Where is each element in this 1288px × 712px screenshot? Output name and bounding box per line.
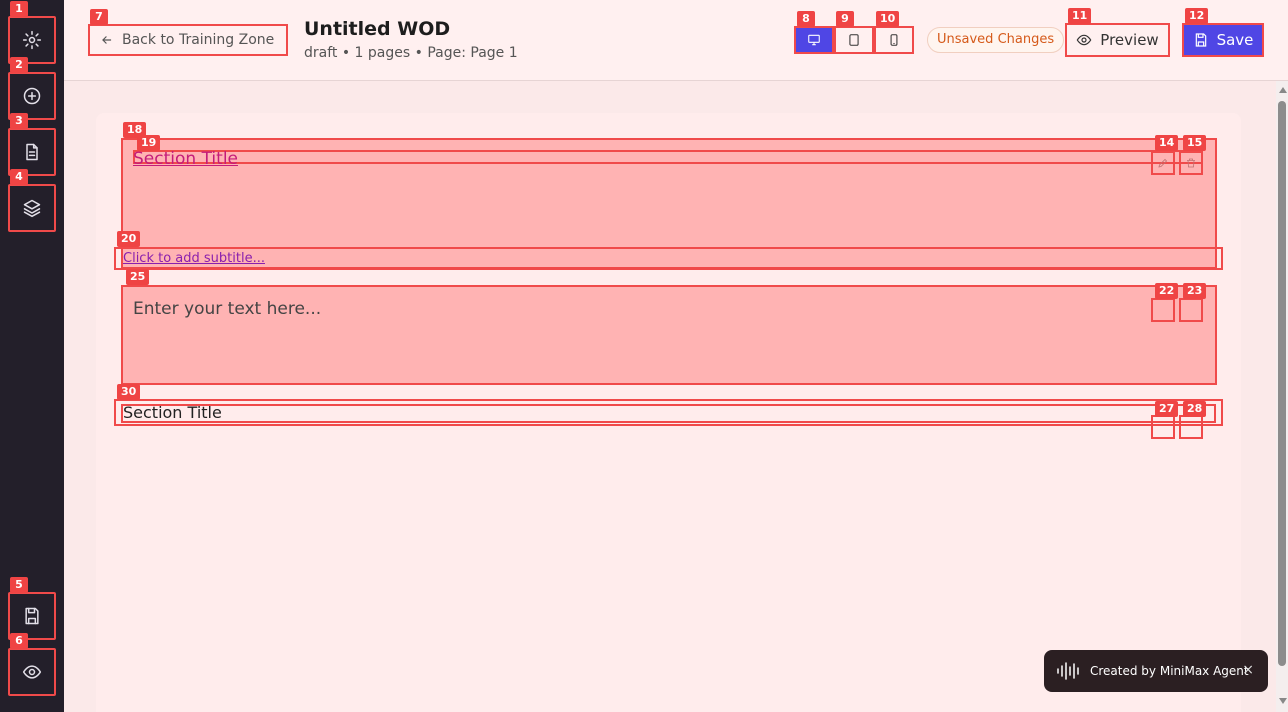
back-button-label: Back to Training Zone bbox=[122, 32, 275, 48]
soundwave-icon bbox=[1057, 662, 1079, 680]
marker-badge: 28 bbox=[1183, 401, 1207, 417]
marker-badge: 9 bbox=[836, 11, 854, 27]
scroll-up-arrow-icon[interactable] bbox=[1279, 87, 1287, 93]
save-button-label: Save bbox=[1216, 31, 1254, 49]
status-badge: Unsaved Changes bbox=[927, 27, 1065, 53]
sidebar-preview-button[interactable] bbox=[8, 648, 56, 696]
page-meta: draft • 1 pages • Page: Page 1 bbox=[304, 45, 518, 61]
toast-text: Created by MiniMax Agent bbox=[1090, 664, 1249, 678]
preview-button-label: Preview bbox=[1100, 31, 1159, 49]
eye-icon bbox=[22, 665, 42, 679]
save-icon bbox=[25, 607, 39, 625]
save-button[interactable]: Save bbox=[1182, 23, 1264, 57]
marker-badge: 6 bbox=[10, 633, 28, 649]
attribution-toast: Created by MiniMax Agent × bbox=[1044, 650, 1268, 692]
layers-icon bbox=[23, 199, 41, 218]
tablet-icon bbox=[849, 34, 859, 46]
close-icon[interactable]: × bbox=[1242, 662, 1254, 678]
section-title-field[interactable] bbox=[133, 150, 1203, 164]
section-title[interactable]: Section Title bbox=[123, 403, 222, 422]
subtitle-placeholder-link[interactable]: Click to add subtitle... bbox=[123, 251, 265, 266]
back-button[interactable]: Back to Training Zone bbox=[88, 24, 288, 56]
scroll-down-arrow-icon[interactable] bbox=[1279, 698, 1287, 704]
section-title-field[interactable] bbox=[121, 404, 1216, 423]
document-icon bbox=[26, 143, 38, 161]
marker-badge: 5 bbox=[10, 577, 28, 593]
arrow-left-icon bbox=[102, 36, 112, 44]
trash-icon bbox=[1187, 158, 1195, 168]
mobile-view-button[interactable] bbox=[874, 26, 914, 54]
subtitle-field[interactable] bbox=[114, 247, 1223, 270]
vertical-scrollbar[interactable] bbox=[1276, 81, 1288, 712]
marker-badge: 8 bbox=[797, 11, 815, 27]
marker-badge: 12 bbox=[1185, 8, 1209, 24]
phone-icon bbox=[890, 34, 898, 46]
marker-badge: 4 bbox=[10, 169, 28, 185]
save-icon bbox=[1195, 33, 1206, 47]
marker-badge: 22 bbox=[1155, 283, 1179, 299]
preview-button[interactable]: Preview bbox=[1065, 23, 1170, 57]
delete-text-block-button[interactable] bbox=[1179, 298, 1203, 322]
marker-badge: 14 bbox=[1155, 135, 1179, 151]
marker-badge: 1 bbox=[10, 1, 28, 17]
marker-badge: 23 bbox=[1183, 283, 1207, 299]
sidebar bbox=[0, 0, 64, 712]
edit-section-button[interactable] bbox=[1151, 415, 1175, 439]
section-title[interactable]: Section Title bbox=[133, 149, 238, 169]
editor-header: Back to Training Zone Untitled WOD draft… bbox=[64, 0, 1288, 81]
tablet-view-button[interactable] bbox=[834, 26, 874, 54]
delete-section-button[interactable] bbox=[1179, 415, 1203, 439]
edit-section-button[interactable] bbox=[1151, 151, 1175, 175]
marker-badge: 3 bbox=[10, 113, 28, 129]
eye-icon bbox=[1076, 34, 1092, 46]
page-title: Untitled WOD bbox=[304, 18, 451, 40]
marker-badge: 7 bbox=[90, 9, 108, 25]
plus-circle-icon bbox=[23, 87, 41, 105]
marker-badge: 30 bbox=[117, 384, 141, 400]
marker-badge: 2 bbox=[10, 57, 28, 73]
gear-icon bbox=[22, 30, 42, 50]
marker-badge: 25 bbox=[126, 269, 150, 285]
pencil-icon bbox=[1158, 158, 1168, 168]
marker-badge: 27 bbox=[1155, 401, 1179, 417]
text-block-placeholder[interactable]: Enter your text here... bbox=[133, 299, 321, 319]
desktop-view-button[interactable] bbox=[794, 26, 834, 54]
monitor-icon bbox=[808, 34, 820, 46]
marker-badge: 19 bbox=[137, 135, 161, 151]
delete-section-button[interactable] bbox=[1179, 151, 1203, 175]
marker-badge: 20 bbox=[117, 231, 141, 247]
layers-button[interactable] bbox=[8, 184, 56, 232]
scroll-thumb[interactable] bbox=[1278, 101, 1286, 666]
marker-badge: 10 bbox=[876, 11, 900, 27]
edit-text-block-button[interactable] bbox=[1151, 298, 1175, 322]
marker-badge: 15 bbox=[1183, 135, 1207, 151]
marker-badge: 11 bbox=[1068, 8, 1092, 24]
